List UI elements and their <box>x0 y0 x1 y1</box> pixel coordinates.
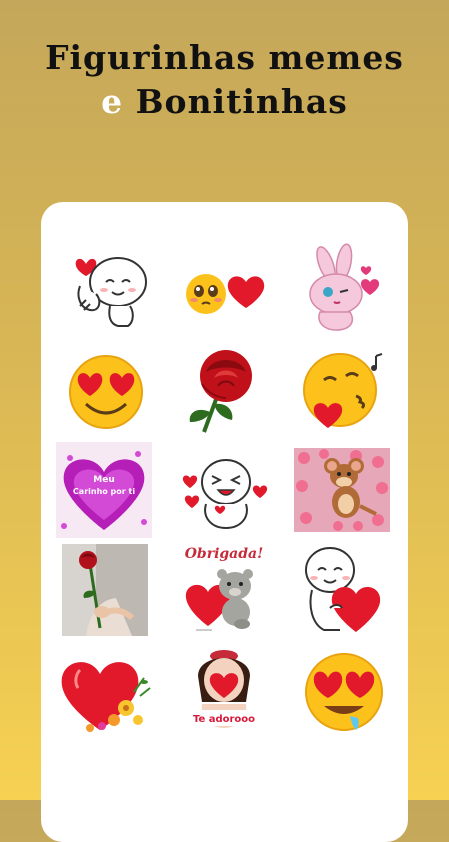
girl-heart-icon: Te adorooo <box>184 650 264 728</box>
sticker-jerry-mouse-hearts[interactable] <box>294 442 390 538</box>
heart-eyes-smile-icon <box>69 355 143 429</box>
title-accent-word: e <box>101 82 124 121</box>
shy-emoji-heart-icon <box>186 274 265 314</box>
sticker-heart-purple[interactable]: Meu Carinho por ti <box>56 442 152 538</box>
title-line-1: Figurinhas memes <box>45 38 404 77</box>
sticker-teddy-obrigada[interactable]: Obrigada! <box>176 542 272 638</box>
heart-purple-line2: Carinho por ti <box>73 487 135 496</box>
sticker-love-gesture-character[interactable] <box>56 242 152 338</box>
sticker-man-holding-rose[interactable] <box>56 542 152 638</box>
title-line-2: e Bonitinhas <box>0 80 449 124</box>
teddy-obrigada-icon: Obrigada! <box>185 546 264 631</box>
sticker-shy-emoji-heart[interactable] <box>176 242 272 338</box>
character-hugging-heart-icon <box>305 547 381 632</box>
obrigada-text: Obrigada! <box>185 546 264 562</box>
title-line-2-rest: Bonitinhas <box>123 82 348 121</box>
sticker-kissing-face-heart[interactable] <box>294 342 390 438</box>
sticker-character-hugging-heart[interactable] <box>294 542 390 638</box>
sticker-heart-flowers[interactable] <box>56 642 152 738</box>
sticker-red-rose[interactable] <box>176 342 272 438</box>
purple-heart-icon: Meu Carinho por ti <box>56 442 152 538</box>
heart-flowers-icon <box>61 662 151 732</box>
man-holding-rose-icon <box>62 544 148 636</box>
page-title: Figurinhas memes e Bonitinhas <box>0 36 449 124</box>
kissing-face-heart-icon <box>303 353 383 428</box>
te-adorooo-text: Te adorooo <box>193 714 255 725</box>
sticker-heart-eyes-drool[interactable] <box>294 642 390 738</box>
heart-eyes-drool-icon <box>305 653 383 731</box>
sticker-girl-heart-te-adorooo[interactable]: Te adorooo <box>176 642 272 738</box>
sticker-line-character-hearts[interactable] <box>176 442 272 538</box>
sticker-card: Meu Carinho por ti Obrigada! Te adorooo <box>41 202 408 842</box>
love-gesture-character-icon <box>75 257 147 327</box>
jerry-mouse-hearts-icon <box>294 448 390 532</box>
line-character-hearts-icon <box>182 459 268 530</box>
sticker-heart-eyes-smile[interactable] <box>56 342 152 438</box>
red-rose-icon <box>189 350 252 433</box>
heart-purple-line1: Meu <box>93 475 114 485</box>
sticker-bunny-kiss[interactable] <box>294 242 390 338</box>
bunny-kiss-icon <box>309 243 380 331</box>
